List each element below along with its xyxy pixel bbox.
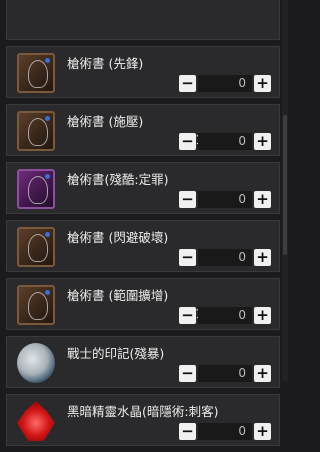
warrior-mark-stone-icon bbox=[17, 343, 55, 383]
quantity-stepper: − 0 + bbox=[179, 190, 271, 209]
item-name: 槍術書 (先鋒) bbox=[67, 56, 144, 71]
list-item: 黑暗精靈水晶(暗隱術:刺客) − 0 + bbox=[6, 394, 280, 446]
red-crystal-icon bbox=[17, 401, 55, 441]
quantity-stepper: − 0 + bbox=[179, 422, 271, 441]
scrollbar-thumb[interactable] bbox=[283, 115, 287, 255]
quantity-input[interactable]: 0 bbox=[198, 249, 252, 266]
decrement-button[interactable]: − bbox=[179, 249, 196, 266]
increment-button[interactable]: + bbox=[254, 365, 271, 382]
item-name: 槍術書(殘酷:定罪) bbox=[67, 172, 169, 187]
increment-button[interactable]: + bbox=[254, 191, 271, 208]
item-name: 戰士的印記(殘暴) bbox=[67, 346, 165, 361]
increment-button[interactable]: + bbox=[254, 423, 271, 440]
increment-button[interactable]: + bbox=[254, 249, 271, 266]
list-item: 槍術書 (先鋒) − 0 + bbox=[6, 46, 280, 98]
quantity-input[interactable]: 0 bbox=[198, 133, 252, 150]
spear-book-icon bbox=[17, 285, 55, 325]
quantity-stepper: − 0 + bbox=[179, 248, 271, 267]
decrement-button[interactable]: − bbox=[179, 191, 196, 208]
quantity-stepper: − 0 + bbox=[179, 132, 271, 151]
item-name: 槍術書 (施壓) bbox=[67, 114, 144, 129]
scrollbar[interactable] bbox=[282, 0, 288, 381]
quantity-input[interactable]: 0 bbox=[198, 191, 252, 208]
quantity-stepper: − 0 + bbox=[179, 74, 271, 93]
spear-book-icon bbox=[17, 53, 55, 93]
decrement-button[interactable]: − bbox=[179, 307, 196, 324]
item-name: 槍術書 (閃避破壞) bbox=[67, 230, 169, 245]
increment-button[interactable]: + bbox=[254, 307, 271, 324]
quantity-stepper: − 0 + bbox=[179, 306, 271, 325]
list-item: 槍術書 (閃避破壞) − 0 + bbox=[6, 220, 280, 272]
quantity-stepper: − 0 + bbox=[179, 364, 271, 383]
list-item: 槍術書 (施壓) 11 − 0 + bbox=[6, 104, 280, 156]
quantity-input[interactable]: 0 bbox=[198, 423, 252, 440]
list-item-partial bbox=[6, 0, 280, 40]
spear-book-icon bbox=[17, 227, 55, 267]
item-name: 黑暗精靈水晶(暗隱術:刺客) bbox=[67, 404, 219, 419]
decrement-button[interactable]: − bbox=[179, 75, 196, 92]
increment-button[interactable]: + bbox=[254, 133, 271, 150]
decrement-button[interactable]: − bbox=[179, 423, 196, 440]
quantity-input[interactable]: 0 bbox=[198, 75, 252, 92]
list-item: 槍術書(殘酷:定罪) − 0 + bbox=[6, 162, 280, 214]
decrement-button[interactable]: − bbox=[179, 365, 196, 382]
list-item: 槍術書 (範圍擴增) 11 − 0 + bbox=[6, 278, 280, 330]
decrement-button[interactable]: − bbox=[179, 133, 196, 150]
spear-book-icon bbox=[17, 111, 55, 151]
increment-button[interactable]: + bbox=[254, 75, 271, 92]
quantity-input[interactable]: 0 bbox=[198, 307, 252, 324]
list-item: 戰士的印記(殘暴) − 0 + bbox=[6, 336, 280, 388]
item-name: 槍術書 (範圍擴增) bbox=[67, 288, 169, 303]
quantity-input[interactable]: 0 bbox=[198, 365, 252, 382]
item-list: 槍術書 (先鋒) − 0 + 槍術書 (施壓) 11 − 0 + 槍術書(殘酷:… bbox=[0, 0, 280, 452]
spear-book-purple-icon bbox=[17, 169, 55, 209]
